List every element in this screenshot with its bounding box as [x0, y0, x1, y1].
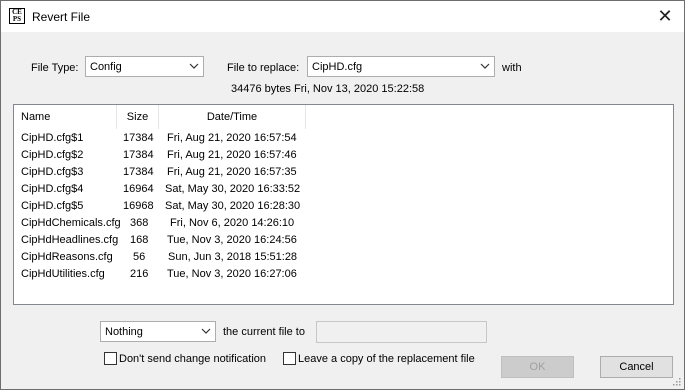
file-name: CipHdReasons.cfg [21, 251, 113, 263]
with-label: with [502, 62, 522, 74]
action-value: Nothing [105, 326, 143, 338]
window-title: Revert File [32, 10, 91, 24]
file-name: CipHD.cfg$5 [21, 200, 84, 212]
file-type-label: File Type: [31, 62, 79, 74]
rename-input[interactable] [316, 321, 487, 343]
title-bar: CE PS Revert File ✕ [1, 1, 684, 32]
column-header-name[interactable]: Name [14, 105, 117, 129]
file-replace-value: CipHD.cfg [312, 61, 363, 73]
file-size: 17384 [123, 166, 154, 178]
file-name: CipHD.cfg$3 [21, 166, 84, 178]
file-size: 16968 [123, 200, 154, 212]
column-header-size[interactable]: Size [117, 105, 159, 129]
no-notify-label[interactable]: Don't send change notification [119, 353, 266, 365]
close-icon[interactable]: ✕ [654, 6, 676, 26]
cancel-button[interactable]: Cancel [600, 356, 673, 378]
file-size: 17384 [123, 132, 154, 144]
file-date: Sat, May 30, 2020 16:33:52 [165, 183, 301, 195]
file-type-select[interactable]: Config [85, 56, 204, 77]
leave-copy-label[interactable]: Leave a copy of the replacement file [298, 353, 475, 365]
column-header-datetime[interactable]: Date/Time [159, 105, 306, 129]
resize-grip-icon[interactable] [673, 378, 681, 386]
file-size: 368 [130, 217, 149, 229]
app-icon: CE PS [9, 8, 25, 24]
current-file-info: 34476 bytes Fri, Nov 13, 2020 15:22:58 [231, 83, 425, 95]
file-name: CipHdChemicals.cfg [21, 217, 121, 229]
file-size: 216 [130, 268, 149, 280]
file-date: Tue, Nov 3, 2020 16:24:56 [167, 234, 297, 246]
file-size: 56 [133, 251, 146, 263]
file-name: CipHD.cfg$2 [21, 149, 84, 161]
revert-file-dialog: CE PS Revert File ✕ File Type: Config Fi… [0, 0, 685, 390]
revision-list[interactable]: Name Size Date/Time CipHD.cfg$1 17384 Fr… [13, 104, 674, 305]
file-date: Tue, Nov 3, 2020 16:27:06 [167, 268, 297, 280]
chevron-down-icon [189, 63, 199, 69]
file-name: CipHD.cfg$4 [21, 183, 84, 195]
ok-button[interactable]: OK [501, 356, 574, 378]
file-size: 17384 [123, 149, 154, 161]
file-name: CipHdHeadlines.cfg [21, 234, 119, 246]
file-date: Fri, Nov 6, 2020 14:26:10 [170, 217, 295, 229]
action-select[interactable]: Nothing [100, 321, 216, 342]
file-size: 168 [130, 234, 149, 246]
file-date: Sun, Jun 3, 2018 15:51:28 [168, 251, 298, 263]
file-size: 16964 [123, 183, 154, 195]
file-name: CipHdUtilities.cfg [21, 268, 105, 280]
file-replace-select[interactable]: CipHD.cfg [307, 56, 495, 77]
file-date: Fri, Aug 21, 2020 16:57:46 [167, 149, 297, 161]
file-replace-label: File to replace: [227, 62, 300, 74]
action-label: the current file to [223, 326, 305, 338]
no-notify-checkbox[interactable] [104, 352, 117, 365]
file-name: CipHD.cfg$1 [21, 132, 84, 144]
leave-copy-checkbox[interactable] [283, 352, 296, 365]
chevron-down-icon [201, 328, 211, 334]
file-date: Sat, May 30, 2020 16:28:30 [165, 200, 301, 212]
chevron-down-icon [480, 63, 490, 69]
file-date: Fri, Aug 21, 2020 16:57:35 [167, 166, 297, 178]
file-date: Fri, Aug 21, 2020 16:57:54 [167, 132, 297, 144]
file-type-value: Config [90, 61, 122, 73]
